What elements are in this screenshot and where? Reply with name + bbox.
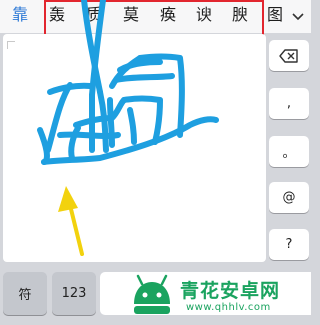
question-key[interactable]: ? [269, 229, 309, 260]
watermark-name: 青花安卓网 [180, 280, 281, 302]
at-key[interactable]: @ [269, 182, 309, 213]
numbers-key[interactable]: 123 [52, 272, 96, 315]
symbols-key[interactable]: 符 [3, 272, 47, 315]
watermark-url: www.qhhlv.com [186, 302, 271, 313]
period-key[interactable]: 。 [269, 136, 309, 167]
watermark-logo-icon [134, 274, 170, 314]
backspace-icon [279, 48, 298, 63]
watermark: 青花安卓网 www.qhhlv.com [128, 274, 311, 322]
comma-key[interactable]: , [269, 88, 309, 119]
delete-button[interactable] [269, 40, 309, 71]
